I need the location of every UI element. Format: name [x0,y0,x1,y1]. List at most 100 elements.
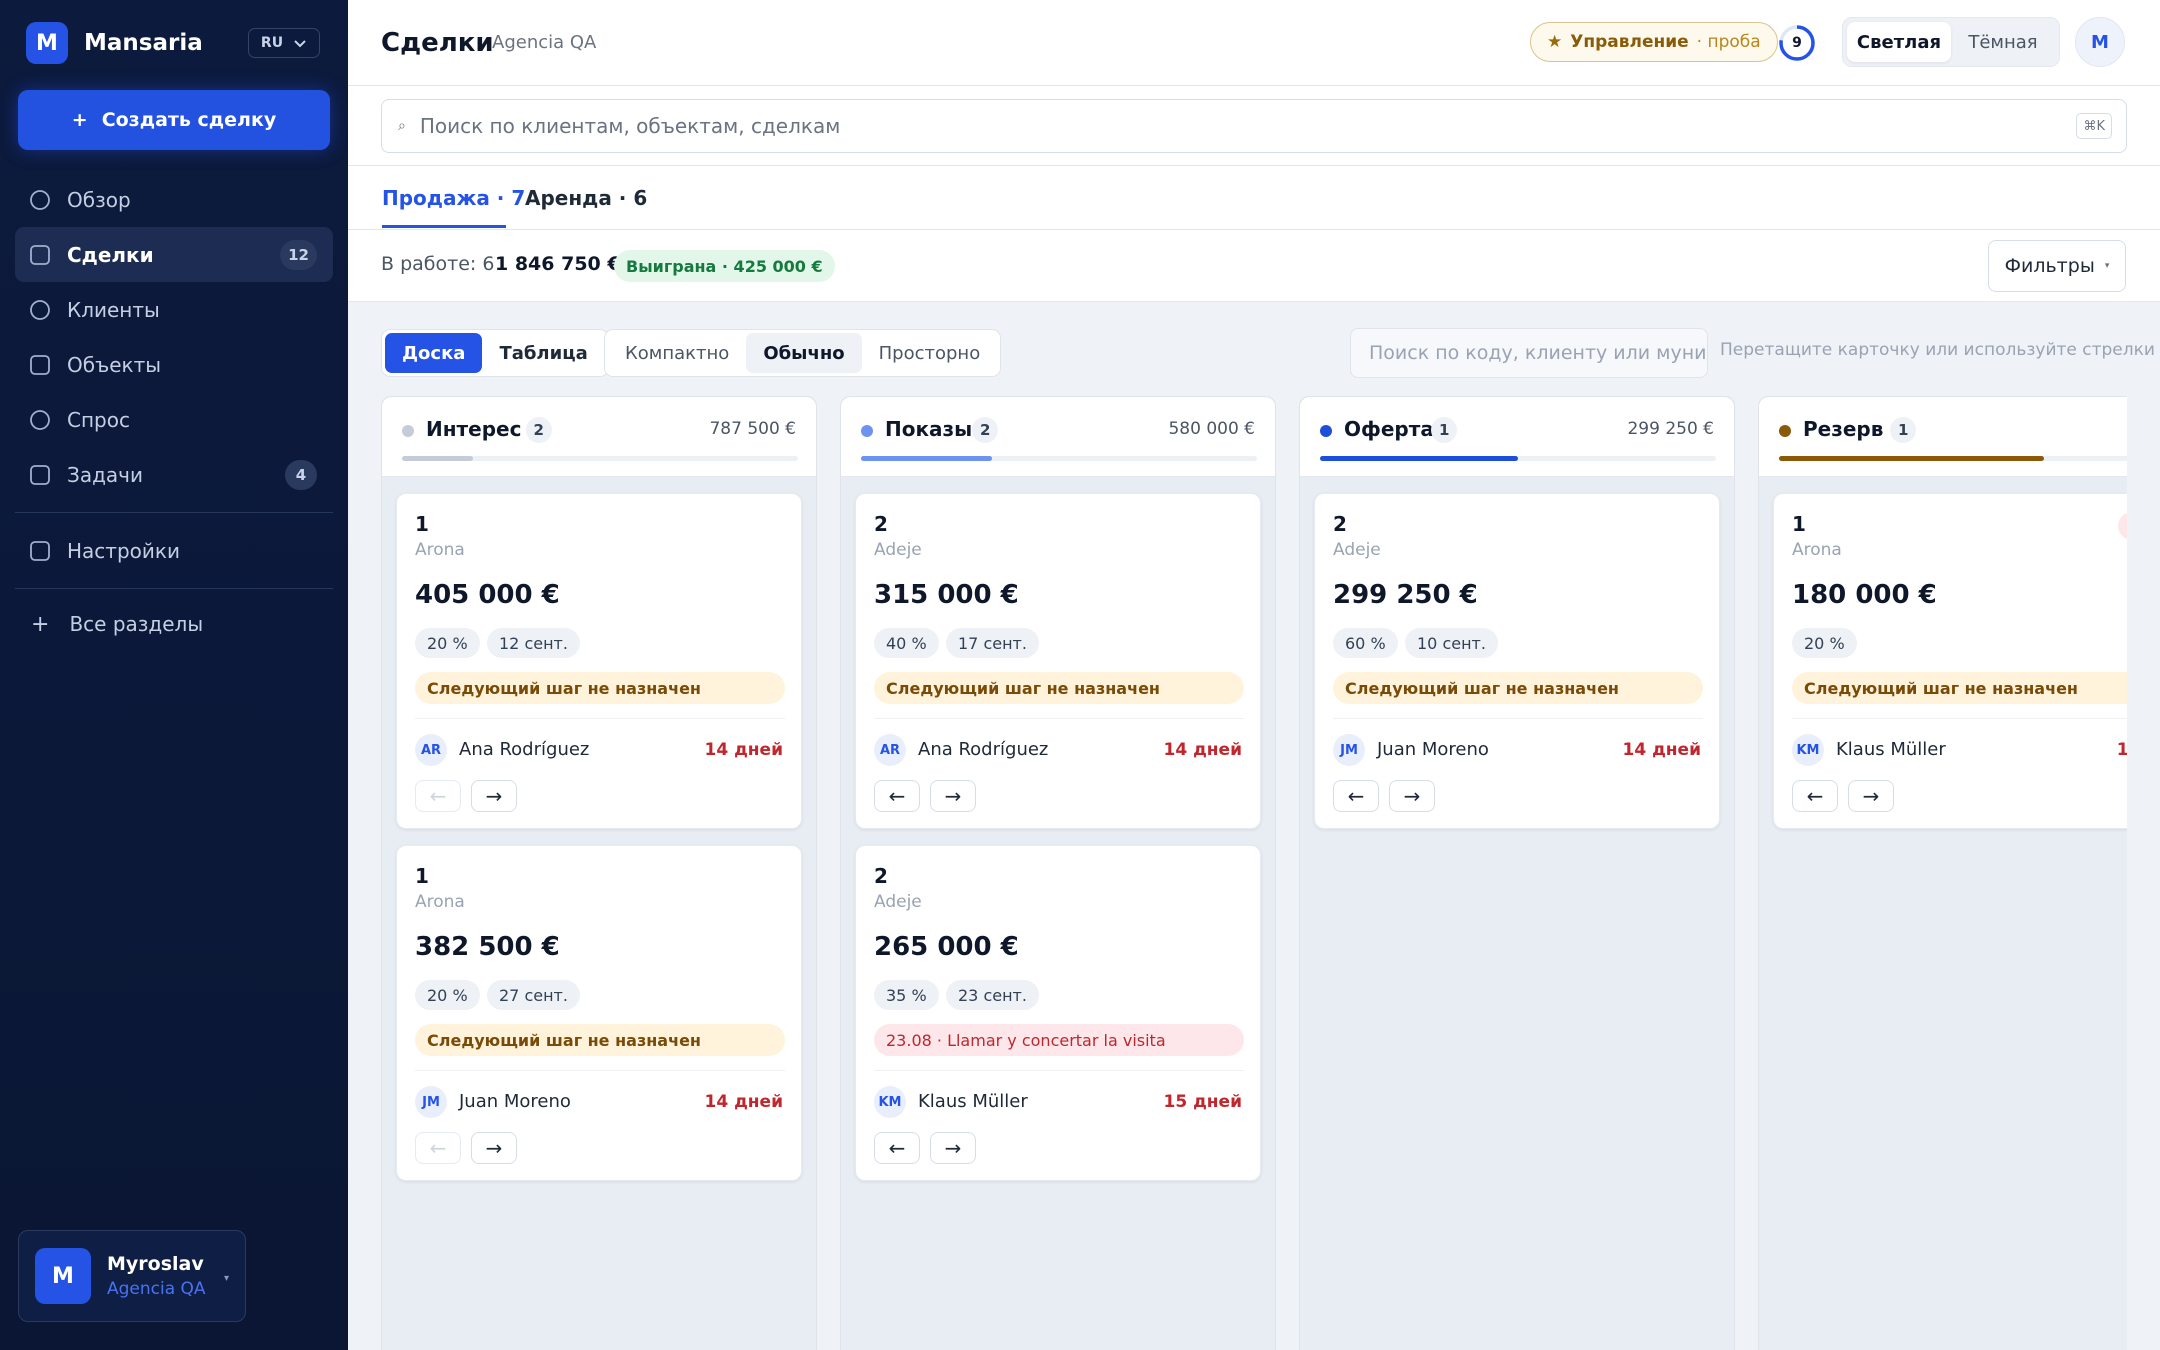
view-table-button[interactable]: Таблица [482,333,604,373]
all-sections-link[interactable]: + Все разделы [15,599,333,649]
progress-ring-value[interactable]: 9 [1778,24,1816,62]
agent-name: Juan Moreno [459,1091,571,1112]
move-left-button[interactable]: ← [1333,780,1379,812]
tab-rent[interactable]: Аренда · 6 [525,186,647,210]
filters-label: Фильтры [2004,255,2095,277]
deal-number: 2 [874,864,888,888]
column-progress-fill [861,456,992,461]
language-select[interactable]: RU [248,28,320,58]
user-info: Myroslav Agencia QA [107,1253,206,1299]
move-right-button[interactable]: → [471,780,517,812]
deal-price: 265 000 € [874,932,1019,962]
square-icon [30,244,50,265]
active-tab-indicator [382,225,506,228]
view-board-button[interactable]: Доска [385,333,483,373]
density-spacious-button[interactable]: Просторно [862,333,998,373]
next-step-banner[interactable]: Следующий шаг не назначен [1333,672,1703,704]
user-card[interactable]: M Myroslav Agencia QA ▾ [18,1230,246,1322]
next-step-banner[interactable]: Следующий шаг не назначен [415,1024,785,1056]
move-left-button[interactable]: ← [874,780,920,812]
move-left-button[interactable]: ← [1792,780,1838,812]
deal-card[interactable]: 2 Adeje 265 000 € 35 % 23 сент. 23.08 · Llama… [855,845,1261,1181]
deal-card[interactable]: 2 Adeje 299 250 € 60 % 10 сент. Следующий шаг… [1314,493,1720,829]
theme-light-option[interactable]: Светлая [1847,22,1951,62]
brand[interactable]: M Mansaria [26,22,203,64]
deal-card[interactable]: 1 Arona 382 500 € 20 % 27 сент. Следующий шаг… [396,845,802,1181]
sidebar-item-3[interactable]: Объекты [15,337,333,392]
next-step-banner[interactable]: 23.08 · Llamar y concertar la visita [874,1024,1244,1056]
move-left-button[interactable]: ← [874,1132,920,1164]
language-value: RU [260,35,284,51]
sidebar-item-5[interactable]: Задачи 4 [15,447,333,502]
topbar: Сделки Agencia QA ★ Управление · проба 9… [348,0,2160,86]
main: Сделки Agencia QA ★ Управление · проба 9… [348,0,2160,1350]
sidebar-item-label: Настройки [67,538,180,563]
deal-card[interactable]: 2 Adeje 315 000 € 40 % 17 сент. Следующий шаг… [855,493,1261,829]
square-icon [30,464,50,485]
arrow-left-icon: ← [1806,784,1824,808]
sidebar-item-label: Спрос [67,407,130,432]
all-sections-label: Все разделы [69,612,204,636]
card-divider [1333,718,1703,719]
column-sum: 787 500 € [709,419,796,439]
column-count: 1 [1431,417,1458,443]
agent-avatar: AR [874,734,906,766]
board-search-input[interactable]: Поиск по коду, клиенту или муниц [1350,328,1708,378]
move-right-button[interactable]: → [1389,780,1435,812]
sidebar-item-0[interactable]: Обзор [15,172,333,227]
deal-location: Arona [415,540,465,560]
next-step-banner[interactable]: Следующий шаг не назначен [874,672,1244,704]
management-badge[interactable]: ★ Управление · проба [1530,22,1778,62]
column-count: 1 [1890,417,1917,443]
next-step-banner[interactable]: Следующий шаг не назначен [415,672,785,704]
deal-card[interactable]: 1 День Arona 180 000 € 20 % Следующий шаг не … [1773,493,2127,829]
move-right-button[interactable]: → [1848,780,1894,812]
kanban-board: Интерес 2 787 500 €1 Arona 405 000 €20 % 12 с… [381,396,2127,1350]
move-right-button[interactable]: → [471,1132,517,1164]
deal-price: 382 500 € [415,932,560,962]
sidebar-item-settings[interactable]: Настройки [15,523,333,578]
filters-button[interactable]: Фильтры ▾ [1988,240,2126,292]
deal-number: 1 [415,512,429,536]
density-compact-button[interactable]: Компактно [608,333,746,373]
move-right-button[interactable]: → [930,780,976,812]
arrow-left-icon: ← [888,784,906,808]
theme-dark-option[interactable]: Тёмная [1951,22,2055,62]
sidebar-item-1[interactable]: Сделки 12 [15,227,333,282]
probability-chip: 60 % [1333,628,1398,658]
deal-age: 15 дней [1163,1092,1243,1112]
next-step-banner[interactable]: Следующий шаг не назначен [1792,672,2127,704]
search-icon: ⌕ [398,118,406,134]
tab-sale[interactable]: Продажа · 7 [382,186,525,210]
date-chip: 10 сент. [1405,628,1498,658]
agent-avatar: AR [415,734,447,766]
date-chip: 27 сент. [487,980,580,1010]
arrow-right-icon: → [944,1136,962,1160]
sidebar-item-2[interactable]: Клиенты [15,282,333,337]
agent-name: Juan Moreno [1377,739,1489,760]
in-progress-total: 1 846 750 € [495,253,621,275]
sidebar-divider [15,588,333,589]
deal-location: Adeje [874,540,922,560]
agent-avatar: KM [1792,734,1824,766]
move-left-button[interactable]: ← [415,780,461,812]
card-divider [1792,718,2127,719]
global-search-input[interactable]: ⌕ Поиск по клиентам, объектам, сделкам ⌘… [381,99,2127,153]
sidebar-item-4[interactable]: Спрос [15,392,333,447]
arrow-left-icon: ← [1347,784,1365,808]
deal-price: 299 250 € [1333,580,1478,610]
deal-price: 405 000 € [415,580,560,610]
probability-chip: 35 % [874,980,939,1010]
sidebar-item-label: Объекты [67,352,162,377]
chevron-down-icon [294,40,306,48]
move-left-button[interactable]: ← [415,1132,461,1164]
density-normal-button[interactable]: Обычно [746,333,862,373]
move-right-button[interactable]: → [930,1132,976,1164]
user-avatar: M [35,1248,91,1304]
plus-icon: + [31,611,50,637]
square-icon [30,354,50,375]
create-deal-button[interactable]: + Создать сделку [18,90,330,150]
deal-age: 14 дней [1163,740,1243,760]
account-avatar[interactable]: M [2075,17,2125,67]
deal-card[interactable]: 1 Arona 405 000 € 20 % 12 сент. Следующий шаг… [396,493,802,829]
